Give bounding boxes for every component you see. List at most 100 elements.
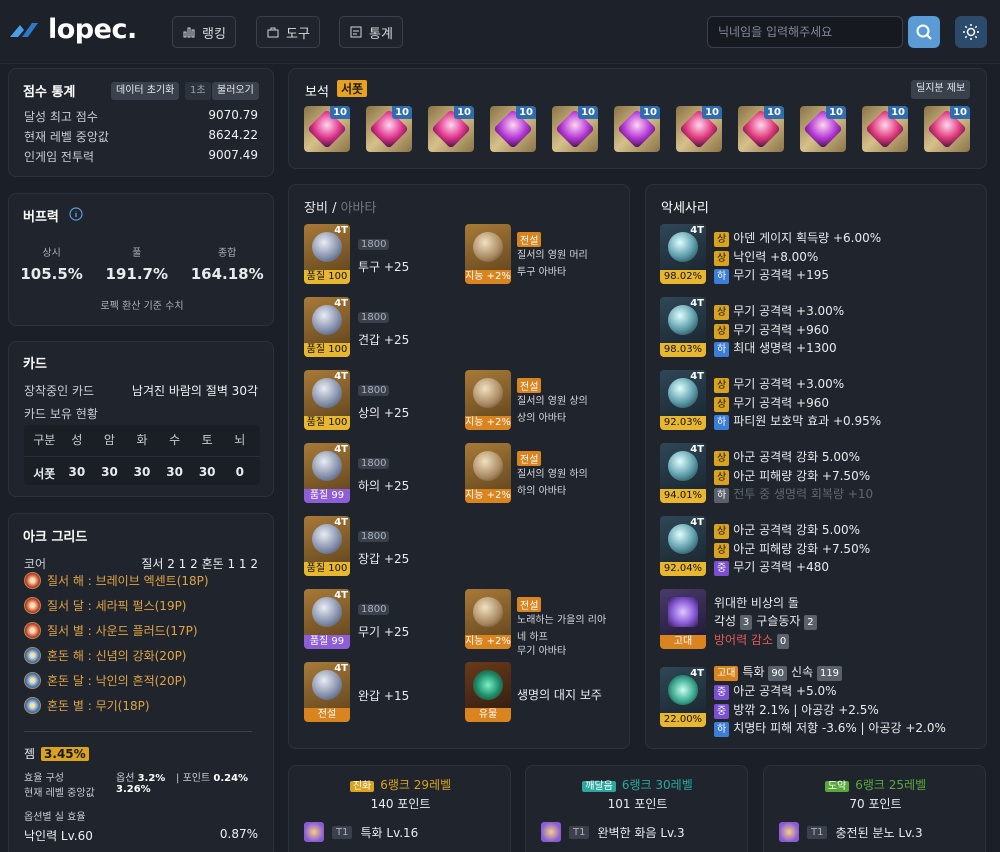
life-stone-icon[interactable]: 유물: [465, 662, 511, 722]
accessory-pct: 92.03%: [660, 416, 706, 430]
ark-passive-tag: 도약: [824, 781, 850, 792]
accessory-option: 하 최대 생명력 +1300: [714, 339, 837, 357]
card-col-header: 수: [169, 433, 181, 447]
avatar-icon[interactable]: 지능 +2%: [465, 589, 511, 649]
tier-label: 4T: [334, 517, 348, 528]
interval-button[interactable]: 1초: [185, 82, 211, 100]
tier-label: 4T: [334, 371, 348, 382]
data-reset-button[interactable]: 데이터 초기화: [111, 82, 180, 100]
gem-slot[interactable]: 10: [924, 106, 970, 152]
accessory-option: 상 아군 피해량 강화 +7.50%: [714, 467, 870, 485]
buff-col-value: 164.18%: [190, 265, 264, 283]
search-input[interactable]: [707, 16, 903, 48]
equipment-icon[interactable]: 4T 품질 100: [304, 224, 350, 284]
card-panel: 카드 장착중인 카드 남겨진 바람의 절벽 30각 카드 보유 현황 구분 성 암 화 수…: [8, 341, 274, 497]
bracelet-icon[interactable]: 4T 22.00%: [660, 667, 706, 727]
score-label: 인게임 전투력: [24, 150, 95, 164]
accessory-pct: 94.01%: [660, 489, 706, 503]
load-button[interactable]: 불러오기: [212, 82, 259, 100]
option-text: 치명타 피해 저항 -3.6% | 아공강 +2.0%: [733, 721, 946, 735]
gem-level: 10: [516, 106, 536, 119]
avatar-icon[interactable]: 지능 +2%: [465, 443, 511, 503]
gem-level: 10: [392, 106, 412, 119]
score-stats-panel: 점수 통계 데이터 초기화 1초 불러오기 달성 최고 점수 9070.79 현재…: [8, 68, 274, 177]
grade-tag: 상: [714, 469, 730, 485]
accessory-icon[interactable]: 4T 92.04%: [660, 516, 706, 576]
gem-slot[interactable]: 10: [862, 106, 908, 152]
avatar-icon[interactable]: 지능 +2%: [465, 370, 511, 430]
avatar-stat-badge: 지능 +2%: [465, 270, 511, 284]
stone-grade-badge: 고대: [660, 635, 706, 649]
ark-passive-level: 6랭크 25레벨: [855, 778, 927, 792]
accessory-icon[interactable]: 4T 92.03%: [660, 370, 706, 430]
accessory-icon[interactable]: 4T 98.03%: [660, 297, 706, 357]
equipment-icon[interactable]: 4T 품질 100: [304, 516, 350, 576]
option-text: 아군 피해량 강화 +7.50%: [733, 541, 871, 556]
ark-passive-skill[interactable]: T1 완벽한 화음 Lv.3: [541, 822, 685, 842]
ark-passive-points: 70 포인트: [849, 797, 902, 811]
armor-icon: [312, 597, 342, 627]
equipment-icon[interactable]: 4T 품질 100: [304, 370, 350, 430]
logo[interactable]: lopec.: [8, 14, 137, 45]
theme-toggle-button[interactable]: [955, 16, 987, 48]
ark-core-item[interactable]: 혼돈 해 : 신념의 강화(20P): [24, 647, 187, 664]
gem-slot[interactable]: 10: [614, 106, 660, 152]
gem-slot[interactable]: 10: [800, 106, 846, 152]
equipment-icon[interactable]: 4T 품질 100: [304, 297, 350, 357]
avatar-tab[interactable]: 아바타: [341, 201, 377, 216]
grade-tag: 상: [714, 542, 730, 558]
equipment-title-sep: /: [332, 201, 337, 216]
skill-name: 특화 Lv.16: [360, 825, 419, 840]
ark-passive-skill[interactable]: T1 특화 Lv.16: [304, 822, 418, 842]
median-label: 현재 레벨 중앙값: [24, 788, 95, 799]
info-icon[interactable]: [69, 207, 83, 221]
card-cell: 서폿: [33, 467, 56, 481]
nav-ranking-button[interactable]: 랭킹: [172, 16, 236, 48]
gem-slot[interactable]: 10: [428, 106, 474, 152]
ark-core-icon: [24, 597, 41, 614]
arkgrid-title: 아크 그리드: [23, 530, 88, 545]
ark-passive-panel: 깨달음 6랭크 30레벨 101 포인트 T1 완벽한 화음 Lv.3: [525, 765, 748, 852]
ark-core-item[interactable]: 질서 달 : 세라픽 펄스(19P): [24, 597, 187, 614]
gem-row: 젬 3.45%: [24, 745, 89, 762]
avatar-name: 노래하는 가을의 리아: [517, 615, 607, 626]
avatar-image-icon: [473, 378, 503, 408]
avatar-icon[interactable]: 지능 +2%: [465, 224, 511, 284]
item-level-badge: 1800: [358, 312, 390, 323]
report-button[interactable]: 딜지분 제보: [911, 80, 971, 99]
ark-core-text: 질서 달 : 세라픽 펄스(19P): [47, 599, 187, 613]
ability-stone-icon[interactable]: 고대: [660, 589, 706, 649]
gem-slot[interactable]: 10: [552, 106, 598, 152]
tier-label: 4T: [334, 298, 348, 309]
gem-slot[interactable]: 10: [738, 106, 784, 152]
search-button[interactable]: [908, 16, 940, 48]
gem-slot[interactable]: 10: [304, 106, 350, 152]
core-label: 코어: [24, 557, 47, 571]
nav-tool-button[interactable]: 도구: [256, 16, 320, 48]
buff-title: 버프력: [23, 210, 59, 225]
avatar-grade-badge: 전설: [517, 378, 542, 393]
equipment-icon[interactable]: 4T 품질 99: [304, 443, 350, 503]
tier-label: 4T: [690, 668, 704, 679]
gem-slot[interactable]: 10: [676, 106, 722, 152]
stat-name: 신속: [791, 665, 817, 679]
ark-core-icon: [24, 622, 41, 639]
header-bar: lopec. 랭킹 도구 통계: [0, 0, 1000, 64]
nav-stats-button[interactable]: 통계: [339, 16, 403, 48]
ark-core-item[interactable]: 질서 해 : 브레이브 엑센트(18P): [24, 572, 209, 589]
ark-passive-skill[interactable]: T1 충전된 분노 Lv.3: [779, 822, 923, 842]
equipment-icon[interactable]: 4T 품질 99: [304, 589, 350, 649]
card-equipped-label: 장착중인 카드: [24, 384, 95, 398]
ark-core-text: 혼돈 별 : 무기(18P): [47, 699, 150, 713]
equipment-icon[interactable]: 4T 전설: [304, 662, 350, 722]
equipment-title-main[interactable]: 장비: [304, 201, 328, 216]
necklace-icon: [668, 305, 698, 335]
gem-slot[interactable]: 10: [490, 106, 536, 152]
gem-slot[interactable]: 10: [366, 106, 412, 152]
ark-core-item[interactable]: 혼돈 별 : 무기(18P): [24, 697, 150, 714]
accessory-icon[interactable]: 4T 98.02%: [660, 224, 706, 284]
engrave-name: 각성: [714, 614, 740, 628]
accessory-icon[interactable]: 4T 94.01%: [660, 443, 706, 503]
ark-core-item[interactable]: 질서 별 : 사운드 플러드(17P): [24, 622, 198, 639]
ark-core-item[interactable]: 혼돈 달 : 낙인의 흔적(20P): [24, 672, 187, 689]
